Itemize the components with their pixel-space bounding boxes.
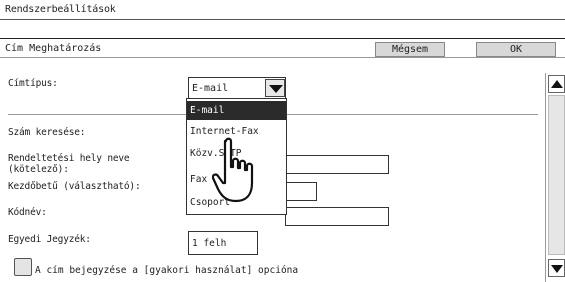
code-name-field[interactable] (285, 207, 389, 226)
chevron-down-icon[interactable] (265, 79, 285, 97)
address-type-value: E-mail (192, 83, 229, 94)
scroll-track[interactable] (548, 95, 565, 255)
frequent-use-checkbox[interactable] (14, 258, 32, 276)
window-title: Rendszerbeállítások (5, 4, 116, 15)
frequent-use-label: A cím bejegyzése a [gyakori használat] o… (35, 265, 299, 276)
number-search-label: Szám keresése: (8, 127, 86, 138)
dest-name-label: Rendeltetési hely neve (kötelező): (8, 153, 130, 175)
address-type-select[interactable]: E-mail (188, 77, 286, 99)
form-area: Címtípus: E-mail E-mail Internet-Fax Köz… (0, 58, 565, 282)
window-title-bar: Rendszerbeállítások (0, 0, 565, 20)
dropdown-option-email[interactable]: E-mail (187, 101, 286, 120)
address-type-label: Címtípus: (8, 78, 58, 89)
scroll-up-icon[interactable] (548, 75, 565, 93)
dialog-header: Cím Meghatározás Mégsem OK (0, 38, 565, 58)
custom-note-label: Egyedi Jegyzék: (8, 234, 91, 245)
initial-label: Kezdőbetű (választható): (8, 181, 141, 192)
code-name-label: Kódnév: (8, 207, 47, 218)
cancel-button[interactable]: Mégsem (375, 42, 445, 57)
custom-note-field[interactable]: 1 felh (188, 231, 258, 255)
dialog-title: Cím Meghatározás (5, 43, 102, 54)
hand-pointer-icon (212, 137, 254, 203)
scroll-down-icon[interactable] (548, 259, 565, 277)
initial-field[interactable] (285, 182, 317, 201)
ok-button[interactable]: OK (476, 42, 556, 57)
custom-note-value: 1 felh (192, 238, 227, 249)
dest-name-field[interactable] (285, 155, 389, 174)
scrollbar[interactable] (545, 73, 565, 282)
